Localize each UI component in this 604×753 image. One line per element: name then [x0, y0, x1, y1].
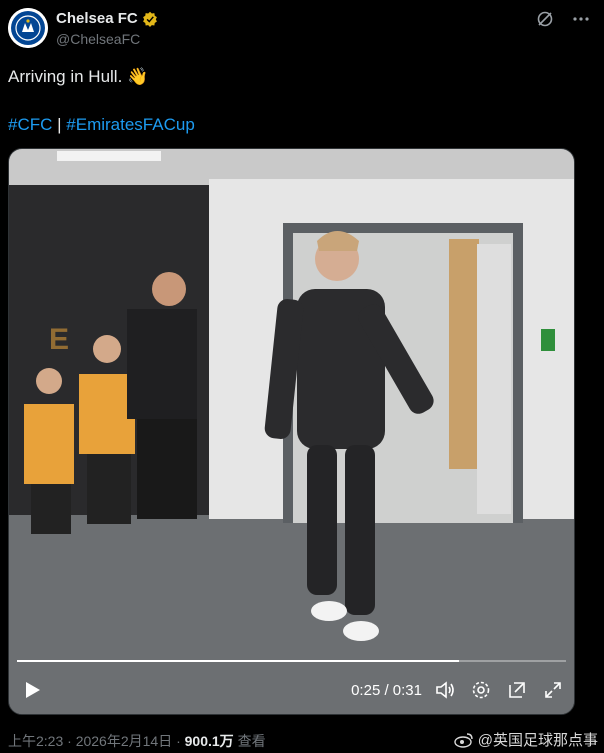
handle[interactable]: @ChelseaFC [56, 31, 140, 47]
video-frame: E [9, 149, 574, 714]
hashtag-separator: | [52, 115, 67, 134]
settings-button[interactable] [470, 679, 492, 701]
view-label: 查看 [233, 733, 266, 749]
chelsea-crest-icon [8, 8, 48, 48]
fullscreen-button[interactable] [542, 679, 564, 701]
video-progress-fill [17, 660, 460, 662]
pip-icon [509, 682, 525, 698]
volume-icon [436, 681, 454, 699]
hashtag-emirates-fa-cup[interactable]: #EmiratesFACup [66, 115, 195, 134]
pip-button[interactable] [506, 679, 528, 701]
play-icon [26, 682, 40, 698]
view-count: 900.1万 [184, 733, 234, 749]
svg-text:E: E [49, 323, 69, 356]
volume-button[interactable] [434, 679, 456, 701]
tweet-meta: 上午2:23 · 2026年2月14日 · 900.1万 查看 [8, 731, 266, 751]
tweet-text: Arriving in Hull. 👋 [8, 67, 149, 86]
more-options-icon[interactable] [572, 10, 590, 28]
video-player[interactable]: E 0:25 / 0:31 [8, 148, 575, 715]
fullscreen-icon [545, 682, 561, 698]
tweet-timestamp[interactable]: 上午2:23 · 2026年2月14日 · [8, 733, 185, 749]
hashtag-line: #CFC | #EmiratesFACup [8, 114, 195, 136]
watermark-text: @英国足球那点事 [477, 732, 598, 749]
settings-icon [472, 681, 490, 699]
weibo-watermark: @英国足球那点事 [454, 729, 598, 750]
display-name[interactable]: Chelsea FC [56, 10, 158, 27]
grok-icon[interactable] [536, 10, 554, 28]
play-button[interactable] [19, 676, 47, 704]
top-actions [536, 10, 590, 28]
video-time: 0:25 / 0:31 [351, 681, 422, 699]
avatar[interactable] [8, 8, 48, 48]
verified-badge-icon [142, 11, 157, 27]
weibo-icon [454, 732, 473, 748]
hashtag-cfc[interactable]: #CFC [8, 115, 52, 134]
video-progress-track[interactable] [17, 660, 566, 662]
video-controls: 0:25 / 0:31 [9, 666, 574, 714]
display-name-text: Chelsea FC [56, 10, 138, 27]
